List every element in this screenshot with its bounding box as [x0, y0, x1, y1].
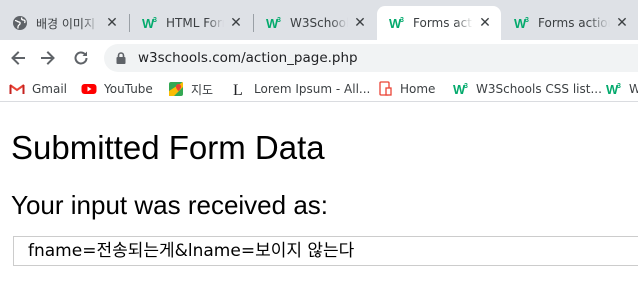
bookmark-label: W: [629, 82, 638, 96]
bookmark-w3schools-more[interactable]: W 3 W: [606, 80, 638, 98]
bookmark-w3schools-css[interactable]: W 3 W3Schools CSS list...: [453, 80, 602, 98]
url-text[interactable]: w3schools.com/action_page.php: [138, 50, 358, 66]
forward-button[interactable]: [37, 47, 59, 69]
close-icon[interactable]: ✕: [228, 15, 244, 31]
lorem-ipsum-icon: L: [233, 82, 243, 97]
tab-html-form[interactable]: W 3 HTML Form ✕: [130, 6, 252, 40]
bookmark-home[interactable]: Home: [377, 80, 435, 98]
bookmark-label: Lorem Ipsum - All...: [254, 82, 371, 96]
bookmark-youtube[interactable]: YouTube: [81, 80, 153, 98]
tab-background-image[interactable]: 배경 이미지 ✕: [0, 6, 128, 40]
lock-icon: [116, 52, 126, 64]
svg-text:3: 3: [464, 83, 468, 90]
bookmark-label: Home: [400, 82, 436, 96]
page-subtitle: Your input was received as:: [11, 190, 329, 220]
svg-text:3: 3: [617, 83, 621, 90]
tab-title: Forms action: [538, 16, 610, 30]
page-title: Submitted Form Data: [11, 129, 325, 166]
back-arrow-icon: [11, 51, 25, 65]
gmail-icon: [9, 84, 25, 94]
tab-title: Forms action: [413, 16, 473, 30]
forward-arrow-icon: [41, 51, 55, 65]
close-icon[interactable]: ✕: [352, 15, 368, 31]
close-icon[interactable]: ✕: [477, 15, 493, 31]
close-icon[interactable]: ✕: [614, 15, 630, 31]
bookmark-lorem-ipsum[interactable]: L Lorem Ipsum - All...: [231, 80, 370, 98]
submitted-data-text: fname=전송되는게&lname=보이지 않는다: [28, 241, 355, 261]
svg-text:3: 3: [525, 17, 529, 24]
w3schools-logo-icon: W 3: [606, 82, 621, 97]
w3schools-logo-icon: W 3: [453, 82, 468, 97]
bookmark-maps[interactable]: 지도: [168, 80, 213, 98]
home-page-icon: [379, 81, 392, 96]
bookmarks-bar: Gmail YouTube 지도 L Lorem Ipsum - All... …: [0, 76, 638, 102]
tab-title: HTML Form: [166, 16, 224, 30]
w3schools-logo-icon: W 3: [266, 16, 281, 31]
reload-button[interactable]: [70, 47, 92, 69]
bookmark-label: YouTube: [104, 82, 153, 96]
maps-icon: [169, 82, 183, 96]
svg-text:3: 3: [153, 17, 157, 24]
svg-text:3: 3: [400, 17, 404, 24]
page-content: Submitted Form Data Your input was recei…: [0, 103, 638, 283]
tab-forms-action-active[interactable]: W 3 Forms action ✕: [377, 6, 501, 40]
result-box: fname=전송되는게&lname=보이지 않는다: [13, 236, 638, 266]
tab-strip: 배경 이미지 ✕ W 3 HTML Form ✕ W 3 W3Schools ✕…: [0, 0, 638, 40]
bookmark-gmail[interactable]: Gmail: [9, 80, 67, 98]
w3schools-logo-icon: W 3: [142, 16, 157, 31]
bookmark-label: W3Schools CSS list...: [476, 82, 602, 96]
tab-forms-action[interactable]: W 3 Forms action ✕: [502, 6, 638, 40]
tab-w3schools[interactable]: W 3 W3Schools ✕: [254, 6, 376, 40]
back-button[interactable]: [7, 47, 29, 69]
w3schools-logo-icon: W 3: [389, 16, 404, 31]
reload-icon: [74, 51, 88, 65]
tab-title: W3Schools: [290, 16, 348, 30]
bookmark-label: 지도: [191, 82, 214, 97]
close-icon[interactable]: ✕: [104, 15, 120, 31]
globe-icon: [13, 16, 27, 30]
svg-text:L: L: [233, 82, 243, 97]
tab-title: 배경 이미지: [36, 16, 96, 31]
svg-text:3: 3: [277, 17, 281, 24]
address-bar[interactable]: w3schools.com/action_page.php: [104, 44, 638, 72]
w3schools-logo-icon: W 3: [514, 16, 529, 31]
browser-toolbar: w3schools.com/action_page.php: [0, 40, 638, 76]
youtube-icon: [81, 84, 97, 94]
bookmark-label: Gmail: [32, 82, 68, 96]
